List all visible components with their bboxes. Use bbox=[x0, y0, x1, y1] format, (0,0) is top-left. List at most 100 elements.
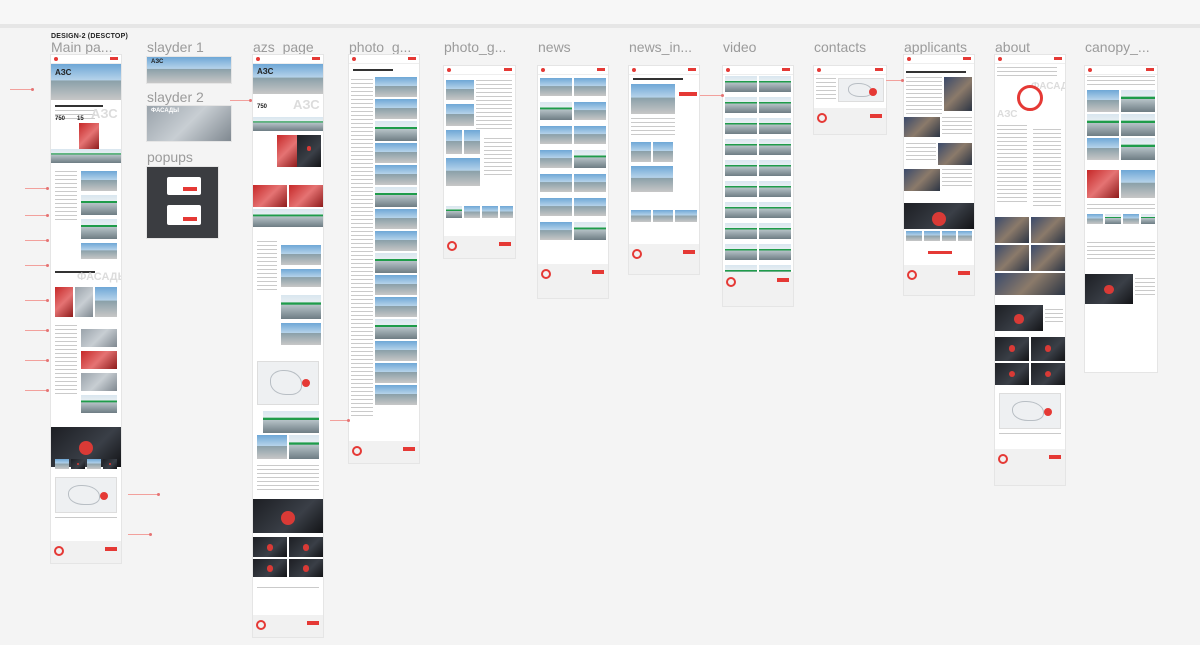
news-card[interactable] bbox=[540, 78, 572, 96]
photo-thumb[interactable] bbox=[375, 297, 417, 317]
news-card[interactable] bbox=[574, 174, 606, 192]
related-news[interactable] bbox=[653, 210, 673, 222]
related-news[interactable] bbox=[631, 210, 651, 222]
frame-about[interactable]: ФАСАДЫ АЗС bbox=[995, 55, 1065, 485]
video-block[interactable] bbox=[1085, 274, 1133, 304]
photo-main[interactable] bbox=[446, 80, 474, 100]
video-card[interactable] bbox=[725, 97, 757, 113]
frame-photo-gallery-2[interactable] bbox=[444, 66, 515, 258]
frame-title-news-inner[interactable]: news_in... bbox=[629, 40, 692, 54]
photo-thumb[interactable] bbox=[375, 143, 417, 163]
photo-thumb[interactable] bbox=[446, 206, 462, 218]
photo-thumb[interactable] bbox=[482, 206, 498, 218]
canvas-toolbar-strip bbox=[0, 0, 1200, 28]
photo-thumb[interactable] bbox=[375, 209, 417, 229]
news-card[interactable] bbox=[574, 102, 606, 120]
video-card[interactable] bbox=[759, 223, 791, 239]
video-card[interactable] bbox=[759, 118, 791, 134]
photo-thumb[interactable] bbox=[375, 77, 417, 97]
annotation-line bbox=[700, 94, 724, 97]
frame-title-slayder-1[interactable]: slayder 1 bbox=[147, 40, 204, 54]
photo-thumb[interactable] bbox=[446, 158, 480, 186]
photo-thumb[interactable] bbox=[375, 319, 417, 339]
news-card[interactable] bbox=[540, 198, 572, 216]
video-block[interactable] bbox=[995, 305, 1043, 331]
photo-thumb[interactable] bbox=[375, 275, 417, 295]
share-button[interactable] bbox=[679, 92, 697, 96]
photo-thumb[interactable] bbox=[375, 385, 417, 405]
frame-slider-1[interactable]: АЗС bbox=[147, 57, 231, 83]
news-card[interactable] bbox=[574, 222, 606, 240]
video-block[interactable] bbox=[904, 203, 974, 229]
news-card[interactable] bbox=[540, 222, 572, 240]
video-card[interactable] bbox=[725, 160, 757, 176]
frame-title-about[interactable]: about bbox=[995, 40, 1030, 54]
photo-thumb[interactable] bbox=[375, 363, 417, 383]
video-card[interactable] bbox=[759, 244, 791, 260]
news-card[interactable] bbox=[574, 198, 606, 216]
frame-title-slayder-2[interactable]: slayder 2 bbox=[147, 90, 204, 104]
photo-thumb[interactable] bbox=[446, 104, 474, 126]
video-card[interactable] bbox=[725, 181, 757, 197]
photo-thumb[interactable] bbox=[375, 187, 417, 207]
video-card[interactable] bbox=[725, 202, 757, 218]
frame-title-applicants[interactable]: applicants bbox=[904, 40, 967, 54]
photo-thumb[interactable] bbox=[446, 130, 462, 154]
news-card[interactable] bbox=[540, 150, 572, 168]
contacts-map[interactable] bbox=[838, 78, 884, 102]
frame-title-photo-gallery-2[interactable]: photo_g... bbox=[444, 40, 506, 54]
news-card[interactable] bbox=[540, 174, 572, 192]
map-block[interactable] bbox=[999, 393, 1061, 429]
frame-main-page[interactable]: АЗС 750 15 АЗС ФАСАДЫ bbox=[51, 55, 121, 563]
news-card[interactable] bbox=[574, 150, 606, 168]
photo-thumb[interactable] bbox=[375, 121, 417, 141]
frame-photo-gallery-1[interactable] bbox=[349, 55, 419, 463]
news-card[interactable] bbox=[574, 78, 606, 96]
apply-button[interactable] bbox=[928, 251, 952, 254]
news-card[interactable] bbox=[540, 102, 572, 120]
frame-news-inner[interactable] bbox=[629, 66, 699, 274]
video-card[interactable] bbox=[759, 97, 791, 113]
video-card[interactable] bbox=[759, 76, 791, 92]
frame-canopy[interactable] bbox=[1085, 66, 1157, 372]
frame-title-video[interactable]: video bbox=[723, 40, 756, 54]
video-card[interactable] bbox=[725, 244, 757, 260]
frame-title-popups[interactable]: popups bbox=[147, 150, 193, 164]
video-card[interactable] bbox=[725, 118, 757, 134]
video-card[interactable] bbox=[725, 76, 757, 92]
video-block[interactable] bbox=[253, 499, 323, 533]
video-card[interactable] bbox=[725, 139, 757, 155]
video-card[interactable] bbox=[759, 160, 791, 176]
map-block[interactable] bbox=[257, 361, 319, 405]
photo-thumb[interactable] bbox=[375, 231, 417, 251]
frame-applicants[interactable] bbox=[904, 55, 974, 295]
photo-thumb[interactable] bbox=[464, 130, 480, 154]
frame-video[interactable] bbox=[723, 66, 793, 306]
video-card[interactable] bbox=[759, 181, 791, 197]
video-card[interactable] bbox=[759, 139, 791, 155]
photo-thumb[interactable] bbox=[375, 99, 417, 119]
frame-news[interactable] bbox=[538, 66, 608, 298]
frame-azs-page[interactable]: АЗС АЗС 750 bbox=[253, 55, 323, 637]
frame-title-azs-page[interactable]: azs_page bbox=[253, 40, 314, 54]
video-card[interactable] bbox=[725, 223, 757, 239]
text-block bbox=[942, 117, 972, 137]
news-card[interactable] bbox=[540, 126, 572, 144]
related-news[interactable] bbox=[675, 210, 697, 222]
frame-title-contacts[interactable]: contacts bbox=[814, 40, 866, 54]
photo-thumb[interactable] bbox=[464, 206, 480, 218]
photo-thumb[interactable] bbox=[500, 206, 513, 218]
photo-thumb[interactable] bbox=[375, 165, 417, 185]
frame-slider-2[interactable]: ФАСАДЫ bbox=[147, 106, 231, 141]
photo-thumb[interactable] bbox=[375, 253, 417, 273]
frame-title-photo-gallery-1[interactable]: photo_g... bbox=[349, 40, 411, 54]
frame-title-canopy[interactable]: canopy_... bbox=[1085, 40, 1150, 54]
video-card[interactable] bbox=[759, 202, 791, 218]
frame-popups[interactable] bbox=[147, 167, 218, 238]
frame-title-news[interactable]: news bbox=[538, 40, 571, 54]
frame-contacts[interactable] bbox=[814, 66, 886, 134]
frame-title-main[interactable]: Main pa... bbox=[51, 40, 112, 54]
photo-thumb[interactable] bbox=[375, 341, 417, 361]
news-card[interactable] bbox=[574, 126, 606, 144]
map-block[interactable] bbox=[55, 477, 117, 513]
